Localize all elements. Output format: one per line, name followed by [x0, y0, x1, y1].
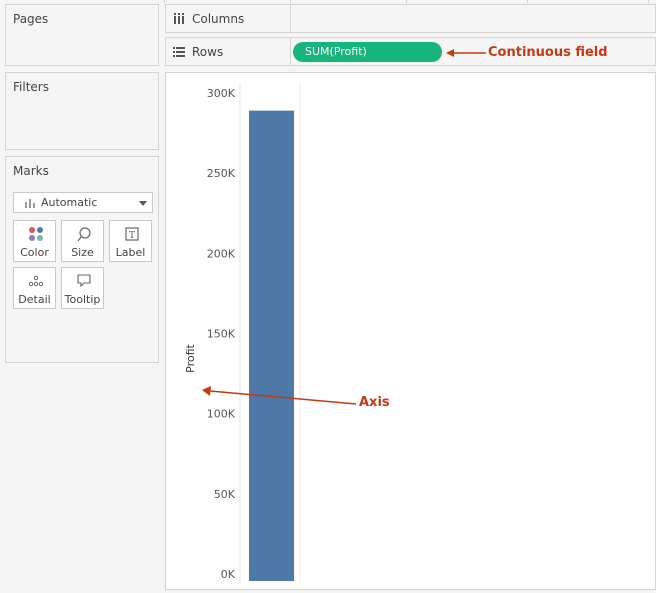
y-tick-label: 50K: [214, 488, 236, 501]
y-tick-label: 250K: [207, 167, 236, 180]
y-tick-label: 100K: [207, 408, 236, 421]
pages-title: Pages: [13, 12, 49, 26]
chevron-down-icon[interactable]: [139, 201, 147, 206]
size-label: Size: [71, 246, 94, 259]
continuous-field-annotation: Continuous field: [488, 45, 608, 60]
label-label: Label: [115, 246, 146, 259]
size-lasso-icon: [77, 227, 91, 242]
columns-icon: [174, 13, 184, 24]
columns-shelf[interactable]: Columns: [165, 4, 656, 33]
y-tick-label: 200K: [207, 247, 236, 260]
top-edge-tick: [527, 0, 528, 3]
marks-title: Marks: [13, 164, 49, 178]
top-edge-tick: [406, 0, 407, 3]
pages-card[interactable]: Pages: [5, 4, 159, 66]
filters-card[interactable]: Filters: [5, 72, 159, 150]
profit-bar-chart: Profit 0K 50K 100K 150K 200K 250K 300K: [184, 83, 301, 583]
marks-card: Marks Automatic Color Size T Label Detai…: [5, 156, 159, 363]
y-axis-title: Profit: [184, 343, 197, 372]
profit-bar[interactable]: [249, 110, 294, 582]
detail-button[interactable]: Detail: [13, 267, 56, 309]
color-label: Color: [20, 246, 49, 259]
y-tick-label: 150K: [207, 328, 236, 341]
shelf-divider: [290, 5, 291, 32]
rows-label: Rows: [192, 45, 224, 59]
tooltip-button[interactable]: Tooltip: [61, 267, 104, 309]
color-button[interactable]: Color: [13, 220, 56, 262]
chart-view: Profit 0K 50K 100K 150K 200K 250K 300K: [165, 72, 656, 590]
label-text-icon: T: [125, 227, 139, 241]
rows-icon: [173, 47, 185, 57]
axis-arrow: [202, 386, 357, 405]
svg-text:T: T: [129, 231, 135, 241]
top-edge-tick: [164, 0, 165, 3]
label-button[interactable]: T Label: [109, 220, 152, 262]
filters-title: Filters: [13, 80, 49, 94]
shelf-divider: [290, 38, 291, 65]
axis-annotation: Axis: [359, 395, 390, 410]
size-button[interactable]: Size: [61, 220, 104, 262]
tooltip-bubble-icon: [77, 274, 91, 288]
detail-dots-icon: [28, 275, 44, 287]
color-dots-icon: [29, 227, 43, 241]
detail-label: Detail: [18, 293, 51, 306]
columns-label: Columns: [192, 12, 245, 26]
mark-type-dropdown[interactable]: Automatic: [13, 192, 153, 213]
mark-type-label: Automatic: [41, 196, 98, 209]
top-edge-tick: [290, 0, 291, 3]
tooltip-label: Tooltip: [64, 293, 101, 306]
bar-chart-icon: [25, 198, 35, 208]
y-tick-label: 300K: [207, 87, 236, 100]
top-edge-tick: [648, 0, 649, 3]
y-tick-label: 0K: [221, 568, 236, 581]
continuous-arrow: [446, 49, 486, 57]
sum-profit-pill[interactable]: SUM(Profit): [293, 42, 442, 62]
